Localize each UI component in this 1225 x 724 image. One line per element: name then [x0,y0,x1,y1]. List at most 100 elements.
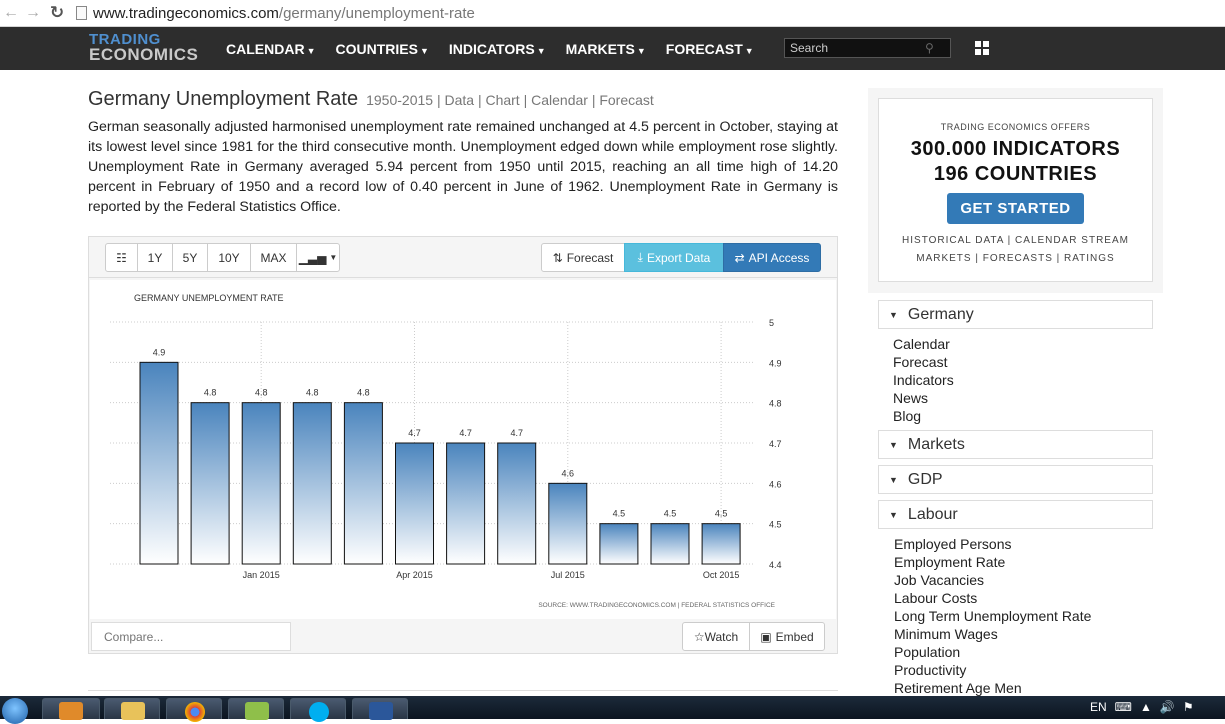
chart-type-button[interactable]: ▁▃▅ ▼ [296,243,340,272]
menu-markets[interactable]: MARKETS ▼ [566,41,646,57]
range-5y-button[interactable]: 5Y [172,243,208,272]
sidebar-header-labour[interactable]: ▼ Labour [878,500,1153,529]
y-tick-label: 4.4 [769,560,782,570]
bar [446,442,486,565]
caret-down-icon: ▼ [536,45,546,56]
exchange-icon: ⇄ [734,250,745,265]
bar [241,402,281,565]
back-icon[interactable]: ← [0,4,22,22]
sidebar-item-forecast[interactable]: Forecast [893,353,954,371]
system-tray: EN ⌨ ▲ 🔊 ⚑ [1090,700,1194,714]
forward-icon[interactable]: → [22,4,44,22]
range-10y-button[interactable]: 10Y [207,243,251,272]
promo-indicators-count: 300.000 INDICATORS [910,138,1121,160]
sidebar-item-retirement-age-men[interactable]: Retirement Age Men [894,679,1091,697]
chart-title: GERMANY UNEMPLOYMENT RATE [134,293,284,303]
sidebar-item-population[interactable]: Population [894,643,1091,661]
sidebar-item-job-vacancies[interactable]: Job Vacancies [894,571,1091,589]
forecast-button[interactable]: ⇅ Forecast [541,243,625,272]
sidebar-item-calendar[interactable]: Calendar [893,335,954,353]
sidebar-header-gdp[interactable]: ▼ GDP [878,465,1153,494]
x-tick-label: Apr 2015 [396,570,433,580]
logo[interactable]: TRADING ECONOMICS [89,32,198,63]
taskbar-media-player[interactable] [42,698,100,720]
table-icon: ☷ [116,250,127,265]
volume-icon[interactable]: 🔊 [1160,700,1175,714]
bar-data-label: 4.7 [408,428,421,438]
caret-down-icon: ▼ [419,45,429,56]
taskbar-word[interactable] [352,698,408,720]
language-indicator[interactable]: EN [1090,700,1107,714]
sidebar-item-labour-costs[interactable]: Labour Costs [894,589,1091,607]
search-input[interactable] [785,41,925,55]
image-icon: ▣ [760,629,772,644]
promo-container: TRADING ECONOMICS OFFERS 300.000 INDICAT… [868,88,1163,293]
api-access-button[interactable]: ⇄ API Access [723,243,821,272]
taskbar-app[interactable] [228,698,284,720]
sidebar-item-employed-persons[interactable]: Employed Persons [894,535,1091,553]
menu-indicators[interactable]: INDICATORS ▼ [449,41,546,57]
sidebar-item-news[interactable]: News [893,389,954,407]
app-icon [245,702,269,720]
promo-offers-label: TRADING ECONOMICS OFFERS [940,122,1091,132]
page-title-row: Germany Unemployment Rate 1950-2015 | Da… [88,88,654,111]
sidebar-list-labour: Employed Persons Employment Rate Job Vac… [894,535,1091,697]
x-tick-label: Jan 2015 [243,570,280,580]
apps-grid-icon[interactable] [975,41,989,55]
taskbar-explorer[interactable] [104,698,160,720]
page-title: Germany Unemployment Rate [88,88,359,110]
tray-arrow-icon[interactable]: ▲ [1140,700,1152,714]
chart-bottom-bar: ☆Watch ▣Embed [89,620,837,654]
sidebar-item-employment-rate[interactable]: Employment Rate [894,553,1091,571]
table-view-button[interactable]: ☷ [105,243,138,272]
export-data-button[interactable]: ⤓ Export Data [624,243,724,272]
range-1y-button[interactable]: 1Y [137,243,173,272]
sidebar-header-germany[interactable]: ▼ Germany [878,300,1153,329]
chrome-icon [185,702,205,722]
taskbar-skype[interactable] [290,698,346,722]
get-started-button[interactable]: GET STARTED [947,193,1084,224]
bar [395,442,434,565]
bar-data-label: 4.6 [562,468,575,478]
download-icon: ⤓ [637,250,643,264]
search-box: ⚲ [784,38,951,58]
sidebar-header-markets[interactable]: ▼ Markets [878,430,1153,459]
watch-button[interactable]: ☆ Watch [682,622,750,651]
bar-data-label: 4.5 [715,509,728,519]
menu-countries[interactable]: COUNTRIES ▼ [335,41,428,57]
compare-input[interactable] [91,622,291,651]
action-buttons: ⇅ Forecast ⤓ Export Data ⇄ API Access [541,243,821,272]
flag-icon[interactable]: ⚑ [1183,700,1194,714]
sidebar-item-indicators[interactable]: Indicators [893,371,954,389]
sidebar-item-productivity[interactable]: Productivity [894,661,1091,679]
bar-data-label: 4.7 [510,428,523,438]
reload-icon[interactable]: ↻ [44,3,70,23]
menu-calendar[interactable]: CALENDAR ▼ [226,41,315,57]
bar-data-label: 4.8 [255,388,268,398]
promo-links[interactable]: HISTORICAL DATA | CALENDAR STREAM MARKET… [879,232,1152,268]
page-description: German seasonally adjusted harmonised un… [88,119,838,215]
bar-data-label: 4.8 [306,388,319,398]
sidebar-item-minimum-wages[interactable]: Minimum Wages [894,625,1091,643]
search-icon[interactable]: ⚲ [925,41,934,55]
url-field[interactable]: www.tradingeconomics.com/germany/unemplo… [93,5,475,22]
media-player-icon [59,702,83,720]
page-subtitle-links[interactable]: 1950-2015 | Data | Chart | Calendar | Fo… [366,92,654,108]
chart-source: SOURCE: WWW.TRADINGECONOMICS.COM | FEDER… [538,602,775,609]
y-tick-label: 5 [769,318,774,328]
bar-data-label: 4.8 [357,388,370,398]
promo-box: TRADING ECONOMICS OFFERS 300.000 INDICAT… [878,98,1153,282]
sidebar-item-long-term-unemployment[interactable]: Long Term Unemployment Rate [894,607,1091,625]
keyboard-icon[interactable]: ⌨ [1115,700,1132,714]
sidebar-item-blog[interactable]: Blog [893,407,954,425]
bar-data-label: 4.9 [153,347,166,357]
menu-forecast[interactable]: FORECAST ▼ [666,41,754,57]
bar [701,523,741,565]
start-button[interactable] [0,696,30,724]
star-icon: ☆ [693,629,705,644]
range-max-button[interactable]: MAX [250,243,297,272]
taskbar-chrome[interactable] [166,698,222,722]
bar [497,442,537,565]
embed-button[interactable]: ▣ Embed [749,622,825,651]
caret-down-icon: ▼ [889,439,898,450]
